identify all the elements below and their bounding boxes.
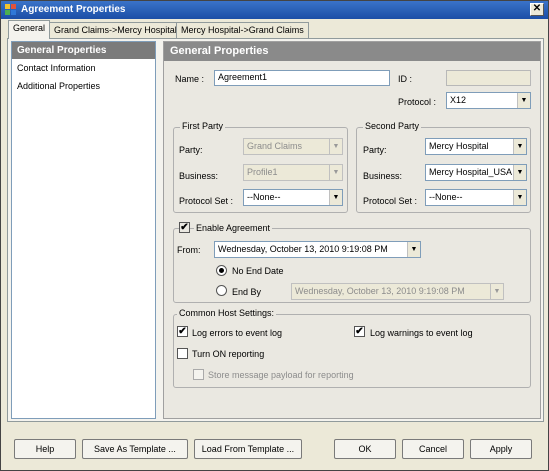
first-party-party-label: Party: (179, 145, 203, 155)
window-title: Agreement Properties (21, 4, 126, 15)
chevron-down-icon: ▼ (329, 139, 342, 154)
enable-agreement-label: Enable Agreement (194, 223, 273, 233)
check-icon: ✔ (355, 326, 364, 337)
chevron-down-icon: ▼ (513, 139, 526, 154)
load-from-template-button[interactable]: Load From Template ... (194, 439, 302, 459)
enable-agreement-checkbox[interactable]: ✔ (179, 222, 190, 233)
chevron-down-icon: ▼ (513, 190, 526, 205)
second-party-business-value: Mercy Hospital_USA (429, 167, 513, 177)
log-warnings-checkbox[interactable]: ✔ (354, 326, 365, 337)
first-party-business-select[interactable]: Profile1 ▼ (243, 164, 343, 181)
pane-title: General Properties (164, 42, 540, 61)
turn-on-reporting-label: Turn ON reporting (192, 349, 265, 359)
first-party-party-select[interactable]: Grand Claims ▼ (243, 138, 343, 155)
id-field[interactable] (446, 70, 531, 86)
first-party-legend: First Party (180, 121, 226, 131)
close-icon: ✕ (532, 3, 542, 14)
second-party-party-label: Party: (363, 145, 387, 155)
store-payload-label: Store message payload for reporting (208, 370, 354, 380)
chevron-down-icon: ▼ (329, 165, 342, 180)
tab-label: Grand Claims->Mercy Hospital (54, 25, 177, 35)
tab-general[interactable]: General (8, 20, 51, 39)
chevron-down-icon: ▼ (329, 190, 342, 205)
protocol-select[interactable]: X12 ▼ (446, 92, 531, 109)
chevron-down-icon: ▼ (513, 165, 526, 180)
name-label: Name : (175, 74, 205, 84)
second-party-protocol-set-label: Protocol Set : (363, 196, 418, 206)
no-end-date-label: No End Date (232, 266, 284, 276)
first-party-party-value: Grand Claims (247, 141, 303, 151)
id-label: ID : (398, 74, 413, 84)
first-party-protocol-set-label: Protocol Set : (179, 196, 234, 206)
second-party-protocol-set-select[interactable]: --None-- ▼ (425, 189, 527, 206)
end-by-date-value: Wednesday, October 13, 2010 9:19:08 PM (295, 286, 465, 296)
second-party-legend: Second Party (363, 121, 422, 131)
name-field[interactable]: Agreement1 (214, 70, 390, 86)
agreement-properties-dialog: Agreement Properties ✕ General Grand Cla… (0, 0, 549, 471)
tab-mercy-to-grand-claims[interactable]: Mercy Hospital->Grand Claims (176, 22, 309, 38)
chevron-down-icon: ▼ (490, 284, 503, 299)
help-button[interactable]: Help (14, 439, 76, 459)
cancel-button[interactable]: Cancel (402, 439, 464, 459)
log-errors-checkbox[interactable]: ✔ (177, 326, 188, 337)
tab-grand-claims-to-mercy[interactable]: Grand Claims->Mercy Hospital (49, 22, 182, 38)
nav-item-additional-properties[interactable]: Additional Properties (12, 77, 155, 95)
check-icon: ✔ (178, 326, 187, 337)
end-by-date-picker[interactable]: Wednesday, October 13, 2010 9:19:08 PM ▼ (291, 283, 504, 300)
apply-button[interactable]: Apply (470, 439, 532, 459)
first-party-business-label: Business: (179, 171, 219, 181)
second-party-party-value: Mercy Hospital (429, 141, 489, 151)
end-by-radio[interactable] (216, 285, 227, 296)
from-date-picker[interactable]: Wednesday, October 13, 2010 9:19:08 PM ▼ (214, 241, 421, 258)
second-party-party-select[interactable]: Mercy Hospital ▼ (425, 138, 527, 155)
first-party-protocol-set-value: --None-- (247, 192, 281, 202)
second-party-business-select[interactable]: Mercy Hospital_USA ▼ (425, 164, 527, 181)
second-party-business-label: Business: (363, 171, 403, 181)
property-nav: General Properties Contact Information A… (11, 41, 156, 419)
chevron-down-icon: ▼ (407, 242, 420, 257)
nav-item-contact-information[interactable]: Contact Information (12, 59, 155, 77)
store-payload-checkbox[interactable] (193, 369, 204, 380)
tab-label: General (13, 23, 46, 33)
log-errors-label: Log errors to event log (192, 328, 283, 338)
first-party-business-value: Profile1 (247, 167, 278, 177)
first-party-protocol-set-select[interactable]: --None-- ▼ (243, 189, 343, 206)
save-as-template-button[interactable]: Save As Template ... (82, 439, 188, 459)
no-end-date-radio[interactable] (216, 265, 227, 276)
end-by-label: End By (232, 287, 262, 297)
title-bar: Agreement Properties ✕ (1, 1, 548, 19)
second-party-protocol-set-value: --None-- (429, 192, 463, 202)
from-date-value: Wednesday, October 13, 2010 9:19:08 PM (218, 244, 388, 254)
from-label: From: (177, 245, 201, 255)
protocol-value: X12 (450, 95, 467, 105)
ok-button[interactable]: OK (334, 439, 396, 459)
chevron-down-icon: ▼ (517, 93, 530, 108)
tab-label: Mercy Hospital->Grand Claims (181, 25, 304, 35)
protocol-label: Protocol : (398, 97, 437, 107)
app-icon (5, 4, 16, 15)
close-button[interactable]: ✕ (530, 3, 544, 16)
common-host-settings-legend: Common Host Settings: (177, 308, 277, 318)
turn-on-reporting-checkbox[interactable] (177, 348, 188, 359)
check-icon: ✔ (180, 222, 189, 233)
nav-item-general-properties[interactable]: General Properties (12, 42, 155, 59)
log-warnings-label: Log warnings to event log (370, 328, 473, 338)
